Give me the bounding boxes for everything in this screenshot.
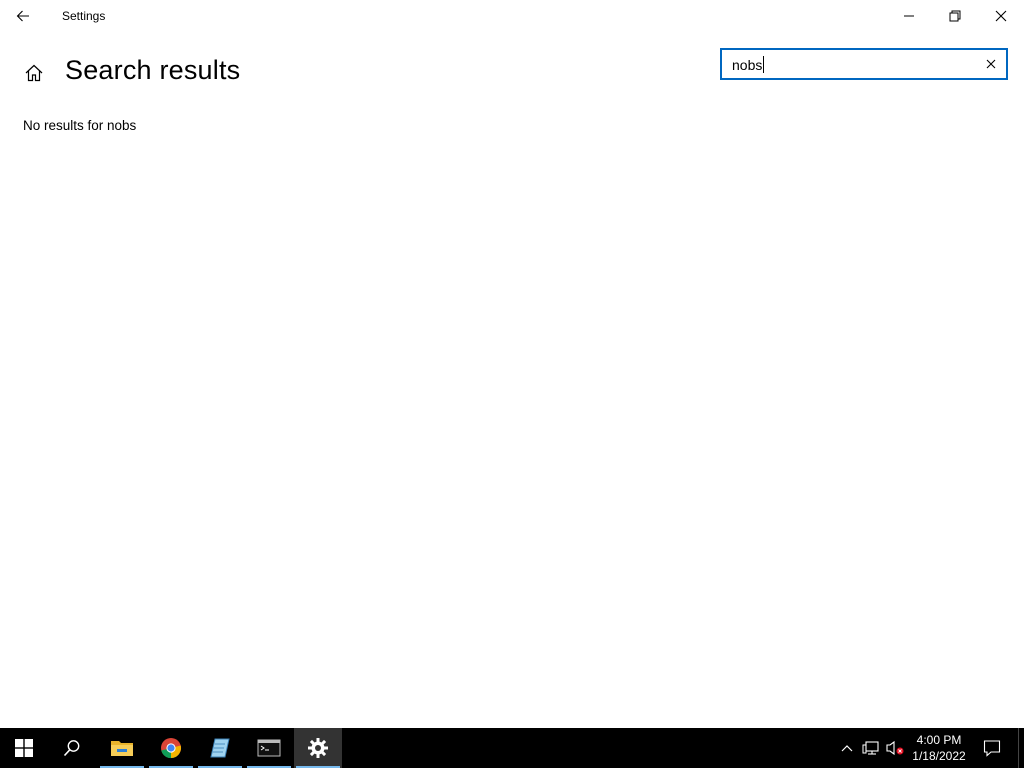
file-explorer-icon bbox=[111, 741, 133, 756]
show-hidden-icons-button[interactable] bbox=[836, 728, 858, 768]
search-box[interactable] bbox=[720, 48, 1008, 80]
taskbar: 4:00 PM 1/18/2022 bbox=[0, 728, 1024, 768]
taskbar-file-explorer[interactable] bbox=[98, 728, 146, 768]
volume-tray-button[interactable] bbox=[884, 728, 906, 768]
search-input[interactable] bbox=[732, 56, 972, 74]
terminal-icon bbox=[257, 739, 281, 757]
clock-time: 4:00 PM bbox=[916, 733, 962, 747]
text-caret bbox=[763, 56, 764, 73]
no-results-message: No results for nobs bbox=[23, 118, 137, 133]
title-bar: Settings bbox=[0, 0, 1024, 32]
start-button[interactable] bbox=[0, 728, 48, 768]
settings-window: Settings Search results nobs No results … bbox=[0, 0, 1024, 728]
clear-icon bbox=[986, 59, 996, 69]
settings-gear-icon bbox=[308, 738, 328, 758]
network-icon bbox=[862, 741, 879, 755]
chevron-up-icon bbox=[841, 745, 853, 752]
clear-search-button[interactable] bbox=[980, 54, 1002, 74]
taskbar-chrome[interactable] bbox=[147, 728, 195, 768]
taskbar-search-button[interactable] bbox=[48, 728, 96, 768]
restore-icon bbox=[949, 10, 961, 22]
action-center-button[interactable] bbox=[974, 728, 1010, 768]
network-tray-button[interactable] bbox=[860, 728, 882, 768]
home-button[interactable] bbox=[20, 58, 48, 88]
home-icon bbox=[25, 64, 43, 82]
notepad-icon bbox=[210, 738, 230, 758]
show-desktop-button[interactable] bbox=[1018, 728, 1024, 768]
page-title: Search results bbox=[65, 55, 241, 85]
search-icon bbox=[63, 740, 80, 757]
chrome-icon bbox=[161, 738, 182, 759]
taskbar-clock[interactable]: 4:00 PM 1/18/2022 bbox=[904, 732, 974, 764]
back-arrow-icon bbox=[16, 10, 29, 22]
close-icon bbox=[995, 10, 1007, 22]
clock-date: 1/18/2022 bbox=[912, 749, 966, 763]
app-title: Settings bbox=[62, 9, 106, 23]
restore-button[interactable] bbox=[932, 0, 978, 32]
volume-muted-icon bbox=[886, 740, 904, 756]
minimize-icon bbox=[904, 15, 914, 17]
taskbar-terminal[interactable] bbox=[245, 728, 293, 768]
close-button[interactable] bbox=[978, 0, 1024, 32]
minimize-button[interactable] bbox=[886, 0, 932, 32]
start-icon bbox=[15, 739, 33, 757]
notification-icon bbox=[983, 740, 1001, 757]
back-button[interactable] bbox=[0, 0, 46, 32]
taskbar-notepad[interactable] bbox=[196, 728, 244, 768]
taskbar-settings[interactable] bbox=[294, 728, 342, 768]
